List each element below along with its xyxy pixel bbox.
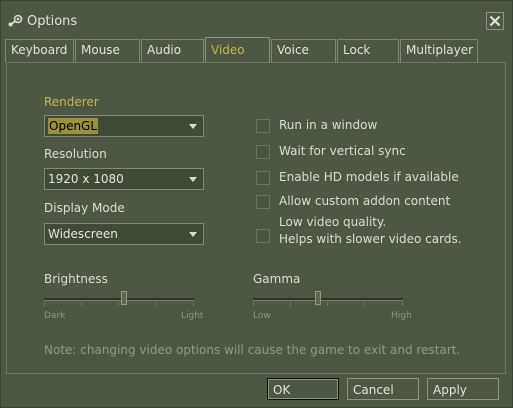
gamma-label: Gamma [253, 272, 301, 286]
ok-button[interactable]: OK [267, 378, 339, 400]
tab-video[interactable]: Video [205, 37, 270, 63]
tab-mouse[interactable]: Mouse [75, 39, 140, 62]
steam-icon [8, 14, 23, 27]
restart-note: Note: changing video options will cause … [44, 343, 461, 357]
apply-button-label: Apply [433, 383, 467, 397]
custom-addon-checkbox[interactable] [256, 195, 270, 209]
resolution-select[interactable]: 1920 x 1080 [44, 168, 204, 190]
chevron-down-icon [189, 177, 197, 182]
custom-addon-label: Allow custom addon content [279, 194, 451, 208]
window-title: Options [27, 14, 78, 29]
run-in-window-checkbox[interactable] [256, 119, 270, 133]
display-mode-select[interactable]: Widescreen [44, 223, 204, 245]
run-in-window-label: Run in a window [279, 118, 378, 132]
display-mode-value: Widescreen [48, 227, 118, 241]
gamma-max-label: High [391, 311, 412, 321]
brightness-thumb[interactable] [121, 291, 127, 305]
renderer-select[interactable]: OpenGL [44, 115, 204, 137]
slider-track [253, 298, 403, 301]
gamma-min-label: Low [253, 311, 271, 321]
renderer-value: OpenGL [48, 118, 99, 134]
chevron-down-icon [189, 232, 197, 237]
tab-keyboard[interactable]: Keyboard [5, 39, 74, 62]
low-quality-label: Low video quality. [279, 215, 387, 229]
title-bar[interactable]: Options [1, 1, 512, 37]
cancel-button-label: Cancel [353, 383, 394, 397]
tab-audio[interactable]: Audio [141, 39, 204, 62]
slider-track [44, 298, 194, 301]
gamma-thumb[interactable] [315, 291, 321, 305]
vsync-label: Wait for vertical sync [279, 144, 406, 158]
low-quality-checkbox[interactable] [256, 229, 270, 243]
low-quality-sublabel: Helps with slower video cards. [279, 232, 462, 246]
display-mode-label: Display Mode [44, 201, 125, 215]
brightness-label: Brightness [44, 272, 108, 286]
tab-label: Lock [343, 43, 371, 57]
tab-label: Multiplayer [406, 43, 474, 57]
close-button[interactable] [486, 12, 504, 30]
resolution-label: Resolution [44, 147, 107, 161]
close-icon [489, 15, 501, 27]
brightness-min-label: Dark [44, 311, 66, 321]
gamma-slider[interactable] [253, 290, 408, 312]
ok-button-label: OK [273, 383, 291, 397]
brightness-max-label: Light [181, 311, 204, 321]
slider-ticks [253, 302, 403, 307]
tab-voice[interactable]: Voice [271, 39, 336, 62]
tab-label: Audio [147, 43, 182, 57]
vsync-checkbox[interactable] [256, 145, 270, 159]
chevron-down-icon [189, 124, 197, 129]
tab-label: Video [211, 43, 245, 57]
renderer-label: Renderer [44, 95, 99, 109]
brightness-slider[interactable] [44, 290, 199, 312]
options-dialog: Options Keyboard Mouse Audio Video Voice… [0, 0, 513, 408]
hd-models-checkbox[interactable] [256, 171, 270, 185]
tab-label: Keyboard [11, 43, 68, 57]
slider-ticks [44, 302, 194, 307]
tab-label: Voice [277, 43, 309, 57]
cancel-button[interactable]: Cancel [347, 378, 419, 400]
tab-lock[interactable]: Lock [337, 39, 399, 62]
tab-label: Mouse [81, 43, 120, 57]
hd-models-label: Enable HD models if available [279, 170, 459, 184]
resolution-value: 1920 x 1080 [48, 172, 124, 186]
tab-multiplayer[interactable]: Multiplayer [400, 39, 478, 62]
apply-button[interactable]: Apply [427, 378, 499, 400]
